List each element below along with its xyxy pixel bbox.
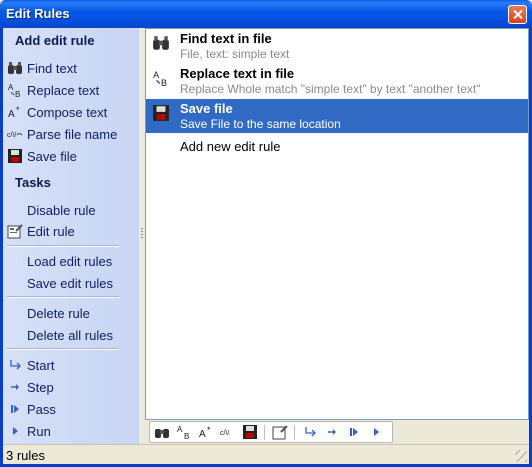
svg-text:*: *	[207, 425, 211, 435]
step-arrow-icon[interactable]	[322, 424, 342, 441]
svg-text:c/\/: c/\/	[220, 430, 229, 437]
rule-title: Replace text in file	[180, 66, 295, 81]
svg-text:A: A	[153, 70, 159, 80]
rule-item-replace-text[interactable]: AB Replace text in file Replace Whole ma…	[146, 64, 528, 98]
add-new-edit-rule-link[interactable]: Add new edit rule	[180, 139, 280, 154]
floppy-disk-icon	[152, 104, 170, 122]
toolbar-separator	[294, 425, 295, 440]
start-arrow-icon	[7, 357, 23, 373]
floppy-disk-icon[interactable]	[240, 424, 260, 441]
sidebar-divider	[7, 348, 119, 350]
sidebar-item-pass[interactable]: Pass	[3, 398, 139, 420]
sidebar-item-label: Save edit rules	[27, 276, 113, 291]
binoculars-icon[interactable]	[152, 424, 172, 441]
sidebar-item-step[interactable]: Step	[3, 376, 139, 398]
rule-description: Save File to the same location	[180, 117, 341, 131]
rule-item-find-text[interactable]: Find text in file File, text: simple tex…	[146, 29, 528, 63]
parse-icon: c/\/	[7, 126, 23, 142]
toolbar-strip: AB A * c/\/	[149, 421, 393, 443]
run-icon[interactable]	[366, 424, 386, 441]
sidebar-item-save-edit-rules[interactable]: Save edit rules	[3, 272, 139, 294]
toolbar-separator	[264, 425, 265, 440]
sidebar-item-start[interactable]: Start	[3, 354, 139, 376]
rule-count-status: 3 rules	[6, 448, 46, 463]
sidebar-item-load-edit-rules[interactable]: Load edit rules	[3, 250, 139, 272]
svg-text:A: A	[199, 429, 206, 440]
sidebar-item-edit-rule[interactable]: Edit rule	[3, 220, 139, 242]
sidebar-item-disable-rule[interactable]: Disable rule	[3, 199, 139, 221]
replace-icon[interactable]: AB	[174, 424, 194, 441]
svg-text:B: B	[161, 78, 167, 87]
rule-description: Replace Whole match "simple text" by tex…	[180, 82, 481, 96]
compose-icon[interactable]: A *	[196, 424, 216, 441]
sidebar-item-compose-text[interactable]: A * Compose text	[3, 101, 139, 123]
sidebar-divider	[7, 245, 119, 247]
sidebar-item-label: Disable rule	[27, 203, 96, 218]
parse-icon[interactable]: c/\/	[218, 424, 238, 441]
svg-text:A: A	[8, 83, 14, 92]
sidebar-item-label: Delete rule	[27, 306, 90, 321]
edit-rule-icon	[7, 223, 23, 239]
run-icon	[7, 423, 23, 439]
sidebar-item-delete-all-rules[interactable]: Delete all rules	[3, 324, 139, 346]
sidebar-item-label: Delete all rules	[27, 328, 113, 343]
step-arrow-icon	[7, 379, 23, 395]
edit-rules-window: Edit Rules Add edit rule Find text AB Re…	[0, 0, 532, 467]
replace-icon: AB	[152, 69, 170, 88]
svg-text:B: B	[15, 90, 20, 98]
client-area: Add edit rule Find text AB Replace text …	[3, 28, 529, 464]
sidebar-item-find-text[interactable]: Find text	[3, 57, 139, 79]
bottom-toolbar: AB A * c/\/	[145, 420, 529, 444]
sidebar-item-label: Parse file name	[27, 127, 118, 142]
pass-icon	[7, 401, 23, 417]
sidebar-item-replace-text[interactable]: AB Replace text	[3, 79, 139, 101]
svg-text:*: *	[16, 105, 20, 115]
sidebar-item-label: Save file	[27, 149, 77, 164]
compose-icon: A *	[7, 104, 23, 120]
rule-title: Save file	[180, 101, 233, 116]
svg-text:A: A	[8, 109, 15, 120]
rule-description: File, text: simple text	[180, 47, 290, 61]
splitter-grip	[141, 228, 143, 240]
svg-text:c/\/: c/\/	[7, 132, 16, 139]
floppy-disk-icon	[7, 148, 23, 164]
sidebar-item-label: Start	[27, 358, 55, 373]
sidebar-item-label: Run	[27, 424, 51, 439]
sidebar-item-label: Edit rule	[27, 224, 75, 239]
sidebar-item-label: Step	[27, 380, 54, 395]
add-edit-rule-heading: Add edit rule	[15, 33, 95, 48]
title-bar[interactable]: Edit Rules	[0, 0, 532, 28]
replace-icon: AB	[7, 82, 23, 99]
close-button[interactable]	[508, 5, 527, 24]
rules-list[interactable]: Find text in file File, text: simple tex…	[145, 28, 529, 420]
start-arrow-icon[interactable]	[300, 424, 320, 441]
sidebar-item-run[interactable]: Run	[3, 420, 139, 442]
rule-item-save-file[interactable]: Save file Save File to the same location	[146, 99, 528, 133]
svg-text:A: A	[177, 425, 183, 434]
edit-rule-icon[interactable]	[270, 424, 290, 441]
sidebar-item-label: Load edit rules	[27, 254, 113, 269]
sidebar-item-label: Replace text	[27, 83, 100, 98]
window-title: Edit Rules	[6, 6, 70, 21]
sidebar-item-label: Compose text	[27, 105, 108, 120]
sidebar-item-delete-rule[interactable]: Delete rule	[3, 302, 139, 324]
sidebar-item-label: Find text	[27, 61, 77, 76]
status-bar: 3 rules	[3, 444, 529, 464]
pass-icon[interactable]	[344, 424, 364, 441]
sidebar-divider	[7, 296, 119, 298]
tasks-heading: Tasks	[15, 175, 51, 190]
task-pane: Add edit rule Find text AB Replace text …	[3, 28, 139, 444]
svg-text:B: B	[184, 432, 189, 440]
sidebar-item-parse-file-name[interactable]: c/\/ Parse file name	[3, 123, 139, 145]
resize-grip-icon[interactable]	[515, 450, 527, 462]
sidebar-item-save-file[interactable]: Save file	[3, 145, 139, 167]
binoculars-icon	[7, 60, 23, 76]
sidebar-item-label: Pass	[27, 402, 56, 417]
rule-title: Find text in file	[180, 31, 272, 46]
binoculars-icon	[152, 34, 170, 52]
